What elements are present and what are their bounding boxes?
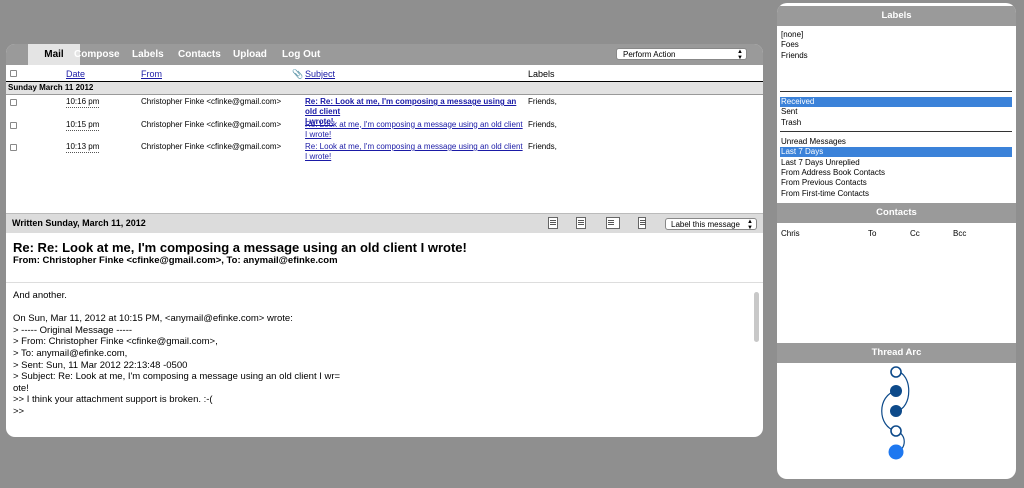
side-folders-item[interactable]: Received [780, 97, 1012, 107]
labels-column-header: Labels [528, 69, 555, 79]
message-time: 10:13 pm [66, 142, 100, 153]
sort-date-link[interactable]: Date [66, 69, 85, 79]
tab-compose[interactable]: Compose [74, 44, 120, 65]
message-body: And another. On Sun, Mar 11, 2012 at 10:… [13, 290, 341, 417]
reply-icon[interactable] [548, 217, 558, 229]
contact-cc-header: Cc [910, 229, 920, 238]
tab-logout[interactable]: Log Out [282, 44, 320, 65]
sort-from-link[interactable]: From [141, 69, 162, 79]
top-nav: Mail Compose Labels Contacts Upload Log … [6, 44, 763, 65]
perform-action-label: Perform Action [623, 50, 676, 59]
side-panel: Labels [none] Foes Friends Received Sent Tra… [777, 3, 1016, 479]
select-arrows-icon: ▲ ▼ [737, 49, 743, 61]
forward-icon[interactable] [606, 217, 620, 229]
message-time: 10:15 pm [66, 119, 100, 131]
thread-arc-graphic [881, 366, 910, 460]
thread-arc-title: Thread Arc [777, 343, 1016, 363]
tab-mail[interactable]: Mail [28, 44, 80, 65]
labels-panel-title: Labels [777, 6, 1016, 26]
divider [780, 131, 1012, 132]
message-subject-link[interactable]: Re: Look at me, I'm composing a message … [305, 142, 525, 162]
message-subject: Re: Re: Look at me, I'm composing a mess… [13, 240, 467, 255]
message-from-to: From: Christopher Finke <cfinke@gmail.co… [13, 255, 338, 266]
contact-to-header: To [868, 229, 877, 238]
subject-line-1: Re: Look at me, I'm composing a message … [305, 119, 523, 129]
contact-bcc-header: Bcc [953, 229, 967, 238]
tab-labels[interactable]: Labels [132, 44, 164, 65]
divider [780, 91, 1012, 92]
label-message-select[interactable]: Label this message ▲ ▼ [665, 218, 757, 231]
reply-all-icon[interactable] [576, 217, 586, 229]
label-message-text: Label this message [671, 220, 740, 229]
written-date: Written Sunday, March 11, 2012 [12, 218, 146, 228]
contacts-panel-title: Contacts [777, 203, 1016, 223]
thread-node[interactable] [890, 385, 902, 397]
side-labels-item[interactable]: Friends [780, 51, 1012, 61]
side-labels-item[interactable]: [none] [780, 30, 1012, 40]
side-labels-item[interactable]: Foes [780, 40, 1012, 50]
perform-action-select[interactable]: Perform Action ▲ ▼ [616, 48, 747, 61]
tab-contacts[interactable]: Contacts [178, 44, 221, 65]
side-views-item[interactable]: From First-time Contacts [780, 189, 1012, 199]
side-views-item[interactable]: Last 7 Days Unreplied [780, 158, 1012, 168]
side-views-item[interactable]: Unread Messages [780, 137, 1012, 147]
subject-line-2: I wrote! [305, 129, 332, 139]
thread-node[interactable] [890, 366, 902, 378]
select-arrows-icon: ▲ ▼ [747, 219, 753, 231]
scrollbar-thumb[interactable] [754, 292, 759, 342]
date-group-label: Sunday March 11 2012 [8, 83, 94, 92]
delete-icon[interactable] [638, 217, 646, 229]
subject-line-1: Re: Re: Look at me, I'm composing a mess… [305, 97, 517, 116]
sort-subject-link[interactable]: Subject [305, 69, 335, 79]
thread-node[interactable] [890, 425, 902, 437]
side-views-item[interactable]: Last 7 Days [780, 147, 1012, 158]
date-group-header: Sunday March 11 2012 [6, 82, 763, 95]
message-from: Christopher Finke <cfinke@gmail.com> [141, 142, 282, 151]
message-row[interactable]: 10:15 pm Christopher Finke <cfinke@gmail.… [6, 118, 763, 140]
select-all-checkbox[interactable] [10, 70, 17, 77]
contact-name: Chris [781, 229, 800, 238]
reading-toolbar: Written Sunday, March 11, 2012 Label thi… [6, 213, 763, 233]
message-checkbox[interactable] [10, 99, 17, 106]
thread-node[interactable] [890, 405, 902, 417]
body-scrollbar[interactable] [752, 288, 762, 423]
message-list-header: Date From 📎 Subject Labels [6, 65, 763, 82]
message-row[interactable]: 10:13 pm Christopher Finke <cfinke@gmail.… [6, 140, 763, 162]
message-time: 10:16 pm [66, 97, 100, 108]
message-subject-link[interactable]: Re: Look at me, I'm composing a message … [305, 120, 525, 140]
message-checkbox[interactable] [10, 121, 17, 129]
side-views-item[interactable]: From Previous Contacts [780, 178, 1012, 188]
subject-line-2: I wrote! [305, 152, 332, 161]
tab-upload[interactable]: Upload [233, 44, 267, 65]
message-labels: Friends, [528, 119, 557, 129]
attachment-icon: 📎 [292, 69, 304, 79]
side-views-item[interactable]: From Address Book Contacts [780, 168, 1012, 178]
message-row[interactable]: 10:16 pm Christopher Finke <cfinke@gmail.… [6, 95, 763, 126]
subject-line-1: Re: Look at me, I'm composing a message … [305, 142, 523, 151]
side-folders-item[interactable]: Sent [780, 107, 1012, 117]
message-labels: Friends, [528, 142, 557, 151]
side-folders-item[interactable]: Trash [780, 118, 1012, 128]
message-from: Christopher Finke <cfinke@gmail.com> [141, 119, 282, 129]
mail-panel: Mail Compose Labels Contacts Upload Log … [6, 44, 763, 437]
message-checkbox[interactable] [10, 144, 17, 151]
thread-node-selected[interactable] [888, 444, 904, 460]
message-from: Christopher Finke <cfinke@gmail.com> [141, 97, 282, 106]
message-labels: Friends, [528, 97, 557, 106]
divider [6, 282, 763, 283]
